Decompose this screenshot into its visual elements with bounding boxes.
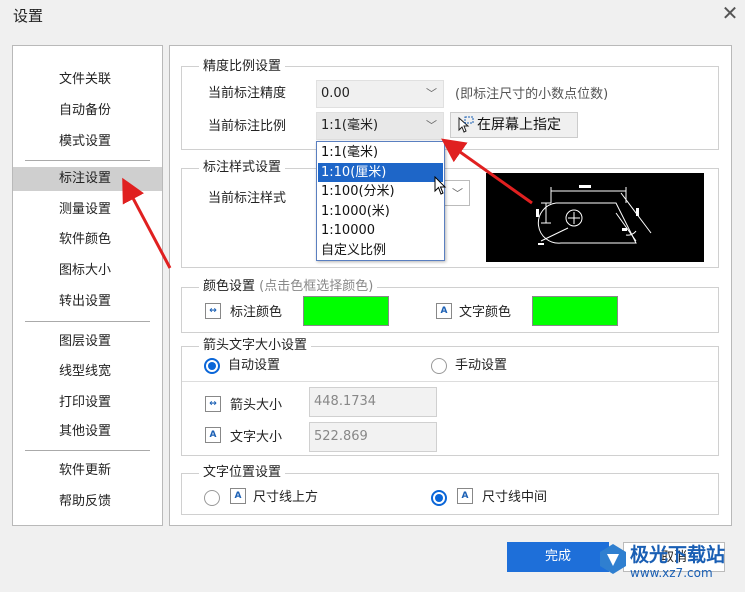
precision-value: 0.00 [321, 86, 350, 101]
style-group-legend: 标注样式设置 [199, 160, 286, 176]
scale-option-mm[interactable]: 1:1(毫米) [318, 143, 443, 162]
dimension-color-label: 标注颜色 [230, 305, 283, 320]
text-above-label: 尺寸线上方 [253, 490, 319, 505]
scale-label: 当前标注比例 [208, 119, 287, 134]
close-icon[interactable]: ✕ [718, 1, 742, 25]
sidebar-item-measure[interactable]: 测量设置 [13, 198, 162, 222]
color-group-hint: (点击色框选择颜色) [259, 279, 374, 294]
dimension-preview-drawing [536, 185, 652, 245]
auto-size-label: 自动设置 [228, 358, 281, 373]
sidebar-item-other[interactable]: 其他设置 [13, 420, 162, 444]
text-size-input[interactable]: 522.869 [309, 422, 437, 452]
manual-size-label: 手动设置 [455, 358, 508, 373]
color-group-title: 颜色设置 [203, 279, 256, 294]
dimension-style-preview [486, 173, 704, 262]
mouse-cursor-icon [434, 176, 447, 195]
screen-specify-label: 在屏幕上指定 [477, 117, 561, 133]
sidebar-item-update[interactable]: 软件更新 [13, 459, 162, 483]
color-group-legend: 颜色设置 (点击色框选择颜色) [199, 279, 378, 295]
precision-label: 当前标注精度 [208, 86, 287, 101]
sidebar-item-linetype[interactable]: 线型线宽 [13, 360, 162, 384]
title-bar: 设置 ✕ [0, 0, 745, 30]
text-size-icon: A [205, 427, 221, 443]
sidebar-item-icon-size[interactable]: 图标大小 [13, 259, 162, 283]
screen-specify-button[interactable]: 在屏幕上指定 [450, 112, 578, 138]
text-color-swatch[interactable] [532, 296, 618, 326]
text-size-label: 文字大小 [230, 430, 283, 445]
arrow-size-input[interactable]: 448.1734 [309, 387, 437, 417]
sidebar-item-dimension[interactable]: 标注设置 [13, 167, 162, 191]
sidebar-item-software-color[interactable]: 软件颜色 [13, 228, 162, 252]
scale-option-m[interactable]: 1:1000(米) [318, 202, 443, 221]
precision-group-legend: 精度比例设置 [199, 59, 286, 75]
dimension-color-icon: ↔ [205, 303, 221, 319]
text-above-radio[interactable] [204, 490, 220, 506]
manual-size-radio[interactable] [431, 358, 447, 374]
scale-select[interactable]: 1:1(毫米) ﹀ [316, 112, 444, 140]
text-position-legend: 文字位置设置 [199, 465, 286, 481]
chevron-down-icon: ﹀ [426, 87, 437, 100]
watermark-name: 极光下载站 [630, 544, 726, 566]
precision-hint: (即标注尺寸的小数点位数) [455, 87, 609, 102]
sidebar-item-layer[interactable]: 图层设置 [13, 330, 162, 354]
cursor-select-icon [458, 116, 474, 133]
sidebar-divider [25, 321, 150, 322]
text-above-icon: A [230, 488, 246, 504]
precision-select[interactable]: 0.00 ﹀ [316, 80, 444, 108]
scale-option-custom[interactable]: 自定义比例 [318, 241, 443, 260]
watermark-logo-icon [600, 544, 626, 574]
scale-option-dm[interactable]: 1:100(分米) [318, 182, 443, 201]
scale-value: 1:1(毫米) [321, 118, 379, 133]
sidebar-divider [25, 160, 150, 161]
text-middle-label: 尺寸线中间 [482, 490, 548, 505]
sidebar-item-mode[interactable]: 模式设置 [13, 130, 162, 154]
settings-sidebar: 文件关联 自动备份 模式设置 标注设置 测量设置 软件颜色 图标大小 转出设置 … [12, 45, 163, 526]
window-title: 设置 [13, 7, 44, 25]
chevron-down-icon: ﹀ [452, 187, 463, 200]
watermark: 极光下载站 www.xz7.com [598, 538, 743, 590]
sidebar-item-auto-backup[interactable]: 自动备份 [13, 99, 162, 123]
sidebar-item-export[interactable]: 转出设置 [13, 290, 162, 314]
arrow-size-label: 箭头大小 [230, 398, 283, 413]
text-color-icon: A [436, 303, 452, 319]
sidebar-item-file-association[interactable]: 文件关联 [13, 68, 162, 92]
text-color-label: 文字颜色 [459, 305, 512, 320]
ok-button[interactable]: 完成 [507, 542, 609, 572]
sidebar-item-print[interactable]: 打印设置 [13, 391, 162, 415]
style-label: 当前标注样式 [208, 191, 287, 206]
auto-size-radio[interactable] [204, 358, 220, 374]
dimension-color-swatch[interactable] [303, 296, 389, 326]
sidebar-divider [25, 450, 150, 451]
chevron-down-icon: ﹀ [426, 119, 437, 132]
group-divider [182, 381, 718, 382]
arrow-size-icon: ↔ [205, 396, 221, 412]
scale-option-10000[interactable]: 1:10000 [318, 221, 443, 240]
text-middle-icon: A [457, 488, 473, 504]
scale-dropdown-list: 1:1(毫米) 1:10(厘米) 1:100(分米) 1:1000(米) 1:1… [316, 141, 445, 261]
watermark-url: www.xz7.com [630, 566, 713, 580]
arrow-text-size-legend: 箭头文字大小设置 [199, 338, 312, 354]
text-middle-radio[interactable] [431, 490, 447, 506]
scale-option-cm[interactable]: 1:10(厘米) [318, 163, 443, 182]
sidebar-item-feedback[interactable]: 帮助反馈 [13, 490, 162, 514]
